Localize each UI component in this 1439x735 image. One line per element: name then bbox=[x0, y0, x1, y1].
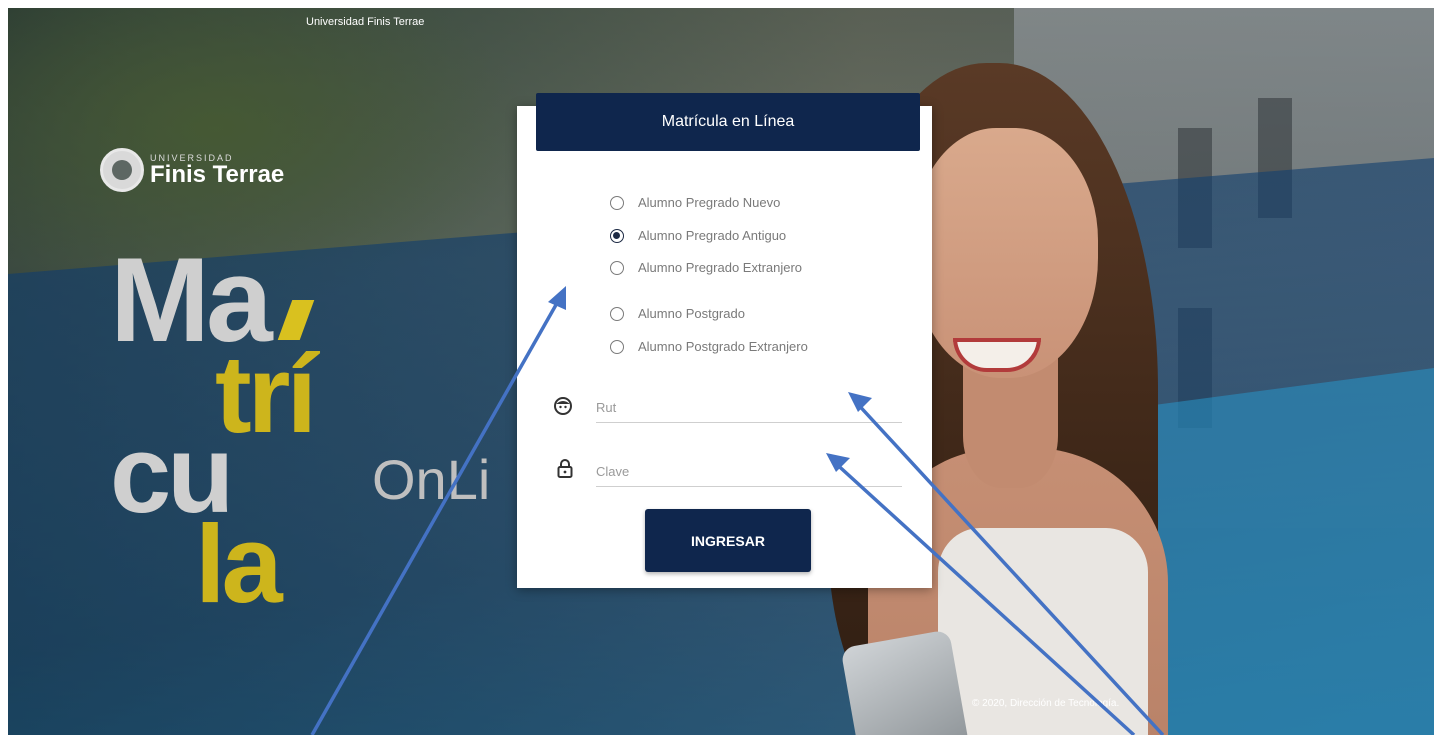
radio-button[interactable] bbox=[610, 306, 624, 321]
radio-option-postgrado[interactable]: Alumno Postgrado bbox=[610, 306, 745, 321]
radio-label: Alumno Pregrado Nuevo bbox=[638, 195, 781, 210]
university-title: Universidad Finis Terrae bbox=[306, 16, 425, 28]
hero-text-la: la bbox=[195, 503, 283, 626]
logo-text: UNIVERSIDAD Finis Terrae bbox=[150, 153, 284, 187]
radio-label: Alumno Postgrado Extranjero bbox=[638, 339, 808, 354]
radio-button[interactable] bbox=[610, 260, 624, 275]
radio-option-pregrado-extranjero[interactable]: Alumno Pregrado Extranjero bbox=[610, 260, 802, 275]
footer-copyright: © 2020, Dirección de Tecnología. bbox=[972, 698, 1120, 709]
hero-text-online: OnLi bbox=[372, 448, 491, 511]
login-card-title: Matrícula en Línea bbox=[536, 93, 920, 151]
radio-option-pregrado-nuevo[interactable]: Alumno Pregrado Nuevo bbox=[610, 195, 780, 210]
ingresar-button[interactable]: INGRESAR bbox=[645, 509, 811, 572]
radio-option-pregrado-antiguo[interactable]: Alumno Pregrado Antiguo bbox=[610, 228, 786, 243]
lock-icon bbox=[557, 459, 573, 478]
radio-label: Alumno Pregrado Extranjero bbox=[638, 260, 803, 275]
face-icon bbox=[554, 397, 572, 415]
clave-input[interactable] bbox=[596, 456, 902, 487]
radio-label: Alumno Postgrado bbox=[638, 306, 745, 321]
radio-option-postgrado-extranjero[interactable]: Alumno Postgrado Extranjero bbox=[610, 339, 808, 354]
university-logo: UNIVERSIDAD Finis Terrae bbox=[100, 148, 284, 192]
radio-label: Alumno Pregrado Antiguo bbox=[638, 228, 787, 243]
phone-image bbox=[840, 629, 970, 735]
radio-button[interactable] bbox=[610, 195, 624, 210]
radio-button-checked[interactable] bbox=[610, 228, 624, 243]
rut-input[interactable] bbox=[596, 392, 902, 423]
radio-button[interactable] bbox=[610, 339, 624, 354]
seal-icon bbox=[100, 148, 144, 192]
logo-big-text: Finis Terrae bbox=[150, 161, 285, 188]
